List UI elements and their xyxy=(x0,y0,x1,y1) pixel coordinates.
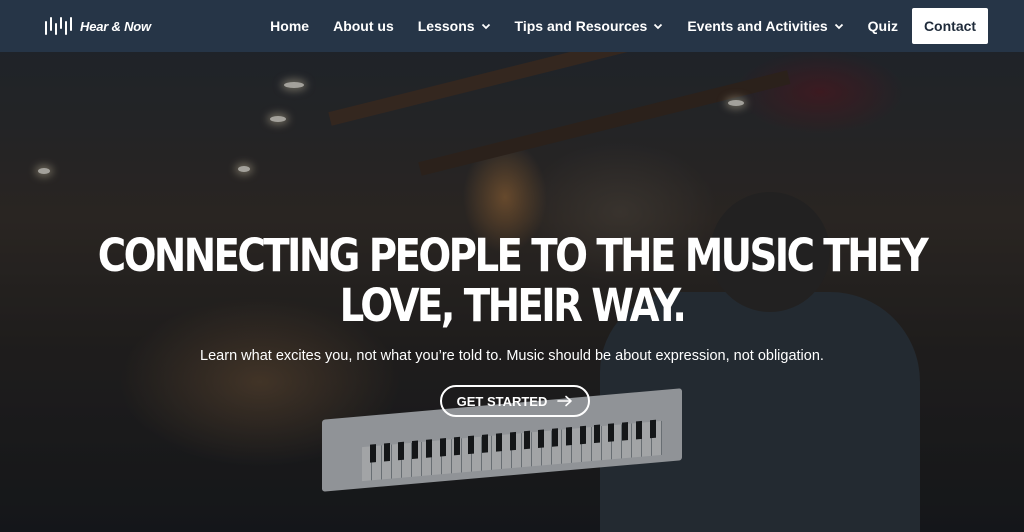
brand-name: Hear & Now xyxy=(80,18,151,34)
chevron-down-icon xyxy=(654,23,663,30)
soundwave-icon xyxy=(45,17,72,35)
get-started-button[interactable]: GET STARTED xyxy=(440,385,590,417)
brand-logo[interactable]: Hear & Now xyxy=(44,16,151,36)
nav-item-label: Lessons xyxy=(417,18,475,34)
hero-title: Connecting people to the music they love… xyxy=(97,229,929,332)
contact-button[interactable]: Contact xyxy=(912,8,988,44)
nav-item-about-us[interactable]: About us xyxy=(333,18,394,34)
nav-item-quiz[interactable]: Quiz xyxy=(868,18,898,34)
nav-item-lessons[interactable]: Lessons xyxy=(418,18,491,34)
chevron-down-icon xyxy=(834,23,843,30)
main-menu: Home About us Lessons Tips and Resources… xyxy=(246,8,988,44)
nav-item-events-and-activities[interactable]: Events and Activities xyxy=(687,18,843,34)
get-started-label: GET STARTED xyxy=(456,393,548,409)
hero-subtitle: Learn what excites you, not what you’re … xyxy=(200,348,824,364)
nav-item-label: Tips and Resources xyxy=(514,18,648,34)
nav-item-tips-and-resources[interactable]: Tips and Resources xyxy=(515,18,664,34)
nav-item-label: Events and Activities xyxy=(687,18,828,34)
chevron-down-icon xyxy=(481,23,490,30)
arrow-right-icon xyxy=(557,395,573,407)
nav-item-label: About us xyxy=(333,18,394,34)
nav-item-home[interactable]: Home xyxy=(270,18,309,34)
top-navigation-bar: Hear & Now Home About us Lessons Tips an… xyxy=(0,0,1024,52)
nav-item-label: Home xyxy=(270,18,310,34)
nav-item-label: Quiz xyxy=(867,18,898,34)
